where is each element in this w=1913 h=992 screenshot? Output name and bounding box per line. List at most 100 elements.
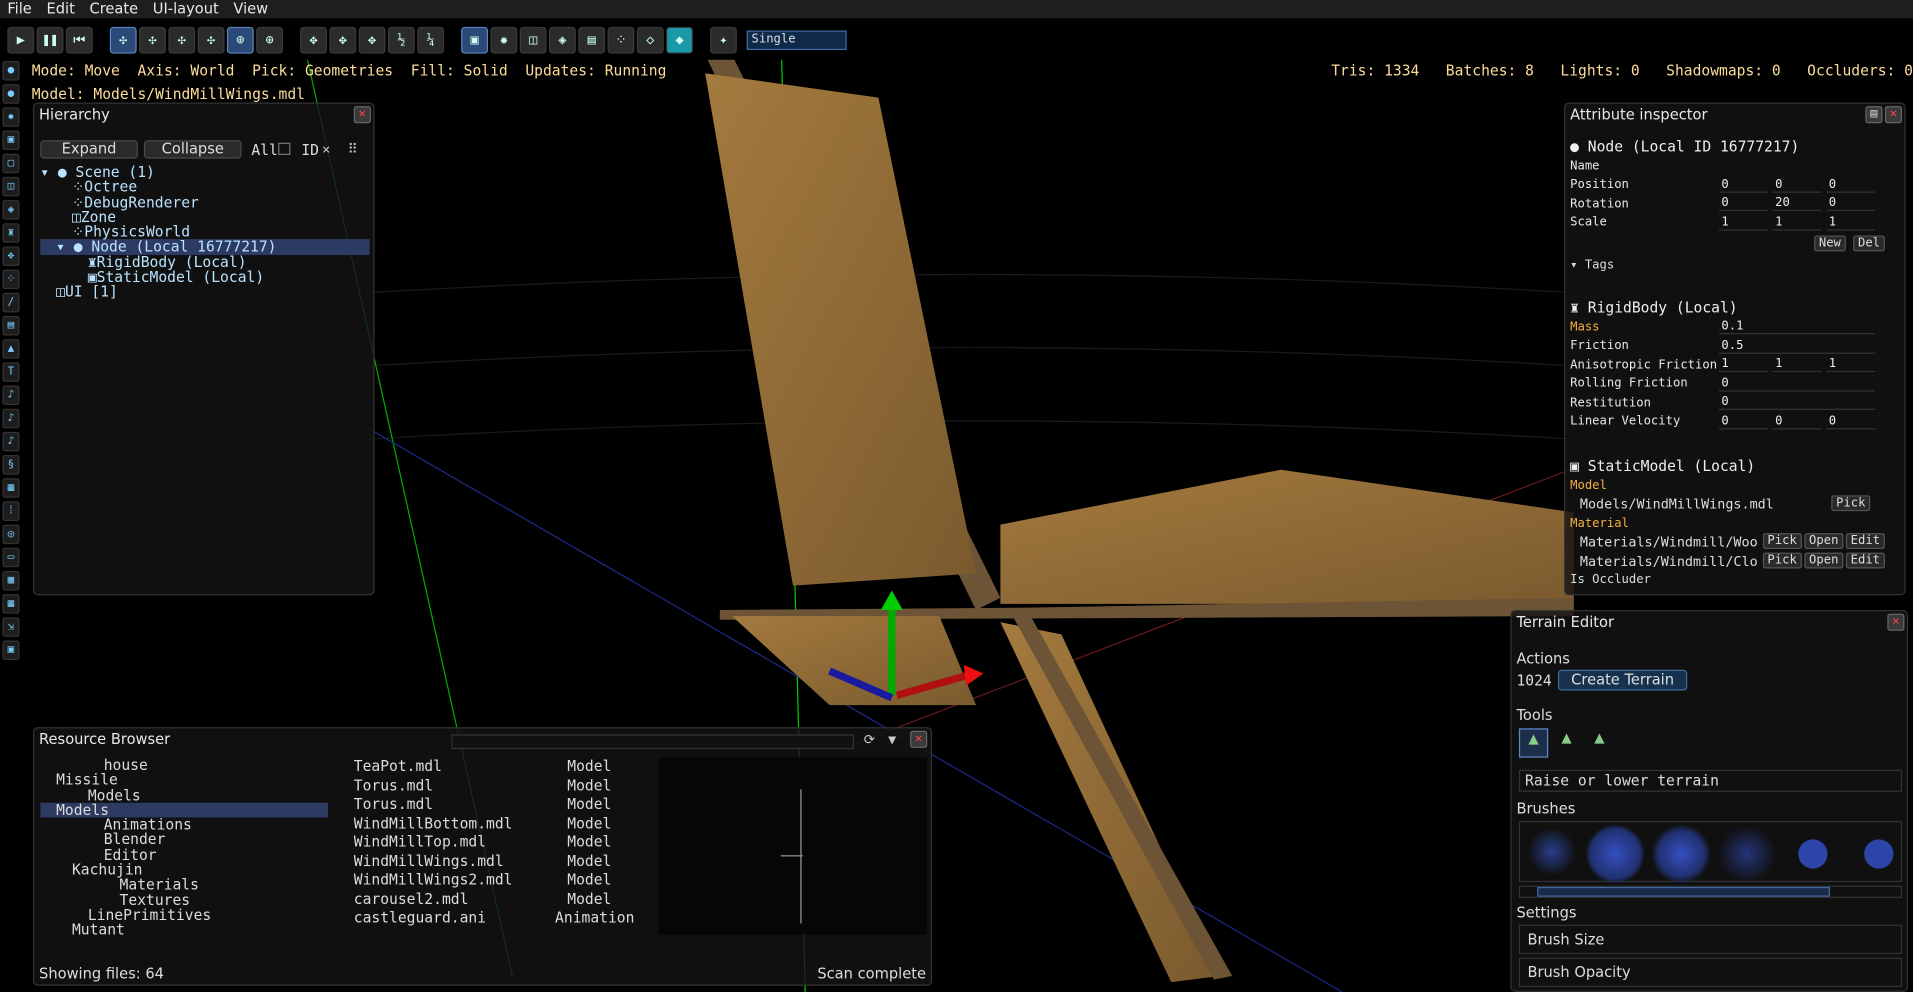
directory-item[interactable]: Kachujin (40, 862, 328, 877)
ui-icon[interactable]: ⇲ (2, 617, 20, 637)
collapse-button[interactable]: Collapse (143, 140, 242, 159)
particle-icon[interactable]: ⁘ (2, 269, 20, 290)
brush-icon[interactable] (1717, 824, 1777, 884)
attribute-field[interactable]: 1 (1718, 358, 1768, 373)
snap-half-icon[interactable]: ½ (387, 26, 415, 54)
brush-opacity-row[interactable]: Brush Opacity (1518, 957, 1902, 987)
directory-item[interactable]: Textures (40, 892, 328, 907)
menu-view[interactable]: View (226, 0, 275, 18)
move-tool-icon[interactable]: ✣ (109, 26, 137, 54)
brush-icon[interactable] (1798, 839, 1828, 869)
directory-item[interactable]: Mutant (40, 922, 328, 934)
file-row[interactable]: TeaPot.mdl Model (354, 758, 635, 777)
light-icon[interactable]: ✹ (2, 107, 20, 127)
fill-wireframe-icon[interactable]: ◇ (636, 26, 664, 54)
tags-row[interactable]: ▾ Tags (1570, 256, 1885, 275)
file-row[interactable]: WindMillBottom.mdl Model (354, 814, 635, 833)
attribute-field[interactable]: 1 (1772, 216, 1822, 231)
select-tool-icon[interactable]: ✣ (197, 26, 225, 54)
brush-icon[interactable] (1586, 824, 1645, 884)
close-icon[interactable]: ✕ (1884, 106, 1902, 124)
snap-scale-icon[interactable]: ✥ (358, 26, 386, 54)
directory-item[interactable]: Blender (40, 832, 328, 847)
local-axis-icon[interactable]: ⊕ (226, 26, 254, 54)
model-pick-button[interactable]: Pick (1831, 495, 1871, 512)
tree-item-octree[interactable]: ⁘Octree (40, 179, 369, 194)
tree-item-physicsworld[interactable]: ⁘PhysicsWorld (40, 224, 369, 239)
material-value-1[interactable]: Materials/Windmill/Woo (1570, 533, 1760, 552)
model-icon[interactable]: ▢ (2, 153, 20, 174)
menu-ui-layout[interactable]: UI-layout (145, 0, 226, 18)
attribute-field[interactable]: 20 (1772, 197, 1822, 212)
billboard-icon[interactable]: ▤ (2, 315, 20, 336)
ui-icon[interactable]: ▦ (2, 594, 20, 614)
new-tag-button[interactable]: New (1813, 234, 1846, 251)
brush-icon[interactable] (1651, 824, 1711, 884)
resource-search-input[interactable] (451, 734, 854, 750)
world-axis-icon[interactable]: ⊕ (256, 26, 284, 54)
tree-item-scene[interactable]: ▾ ● Scene (1) (40, 164, 369, 179)
menu-edit[interactable]: Edit (39, 0, 82, 18)
attribute-field[interactable]: 0 (1718, 178, 1768, 193)
attribute-field[interactable]: 0.1 (1718, 320, 1876, 335)
file-row[interactable]: WindMillWings2.mdl Model (354, 871, 635, 890)
create-terrain-button[interactable]: Create Terrain (1557, 669, 1688, 691)
model-value[interactable]: Models/WindMillWings.mdl (1570, 495, 1826, 514)
play-icon[interactable]: ▶ (7, 26, 35, 54)
attribute-field[interactable]: 1 (1826, 358, 1876, 373)
material-value-2[interactable]: Materials/Windmill/Clo (1570, 552, 1760, 571)
tree-item-staticmodel[interactable]: ▣StaticModel (Local) (40, 269, 369, 284)
flatten-icon[interactable]: ▲ (1585, 728, 1614, 757)
pick-geometry-icon[interactable]: ▣ (461, 26, 488, 54)
attribute-field[interactable]: 0 (1718, 197, 1768, 212)
delete-tag-button[interactable]: Del (1853, 234, 1885, 251)
file-row[interactable]: Torus.mdl Model (354, 795, 635, 814)
attribute-field[interactable]: 0 (1718, 396, 1876, 411)
attribute-field[interactable]: 0 (1718, 377, 1876, 392)
tree-options-icon[interactable]: ⠿ (348, 142, 358, 158)
directory-item[interactable]: Missile (40, 772, 328, 787)
snap-quarter-icon[interactable]: ¼ (417, 26, 445, 54)
material-open-button[interactable]: Open (1804, 552, 1844, 568)
pick-rigidbody-icon[interactable]: ◈ (549, 26, 576, 54)
filter-icon[interactable]: ▼ (888, 732, 896, 748)
node-icon[interactable]: ● (2, 61, 20, 81)
scale-tool-icon[interactable]: ✣ (168, 26, 196, 54)
file-row[interactable]: WindMillTop.mdl Model (354, 833, 635, 852)
file-row[interactable]: carousel2.mdl Model (354, 890, 635, 909)
text-icon[interactable]: T (2, 362, 20, 382)
attribute-field[interactable]: 1 (1718, 216, 1768, 231)
line-icon[interactable]: ∕ (2, 292, 20, 313)
brush-scrollbar[interactable] (1518, 885, 1902, 898)
material-edit-button[interactable]: Edit (1845, 533, 1885, 549)
file-row[interactable]: WindMillWings.mdl Model (354, 852, 635, 871)
network-icon[interactable]: ◎ (2, 524, 20, 545)
material-icon[interactable]: ◈ (2, 200, 20, 220)
attribute-field[interactable]: 0 (1826, 197, 1876, 212)
material-open-button[interactable]: Open (1804, 533, 1844, 549)
tree-item-rigidbody[interactable]: ♜RigidBody (Local) (40, 254, 369, 269)
navmesh-icon[interactable]: ▦ (2, 478, 20, 498)
material-pick-button[interactable]: Pick (1762, 552, 1802, 568)
script-icon[interactable]: § (2, 455, 20, 475)
attribute-field[interactable]: 1 (1826, 216, 1876, 231)
tree-item-debugrenderer[interactable]: ⁘DebugRenderer (40, 194, 369, 209)
crowd-icon[interactable]: ⁞ (2, 501, 20, 521)
expand-button[interactable]: Expand (40, 140, 138, 159)
refresh-icon[interactable]: ⟳ (864, 732, 875, 748)
tree-item-zone[interactable]: ◫Zone (40, 209, 369, 224)
directory-item[interactable]: Models (40, 787, 328, 802)
terrain-icon[interactable]: ▲ (2, 339, 20, 359)
fill-solid-icon[interactable]: ◆ (666, 26, 693, 54)
pick-light-icon[interactable]: ✹ (490, 26, 518, 54)
menu-create[interactable]: Create (82, 0, 145, 18)
brush-icon[interactable] (1527, 827, 1577, 876)
brush-size-row[interactable]: Brush Size (1518, 924, 1902, 955)
attribute-field[interactable]: 0 (1826, 178, 1876, 193)
physics-icon[interactable]: ✥ (2, 246, 20, 266)
brush-list[interactable] (1518, 821, 1902, 884)
clear-id-icon[interactable]: ✕ (322, 142, 330, 158)
dock-icon[interactable]: ▤ (1865, 106, 1883, 124)
model-icon[interactable]: ▣ (2, 130, 20, 151)
brush-icon[interactable] (1864, 839, 1894, 869)
